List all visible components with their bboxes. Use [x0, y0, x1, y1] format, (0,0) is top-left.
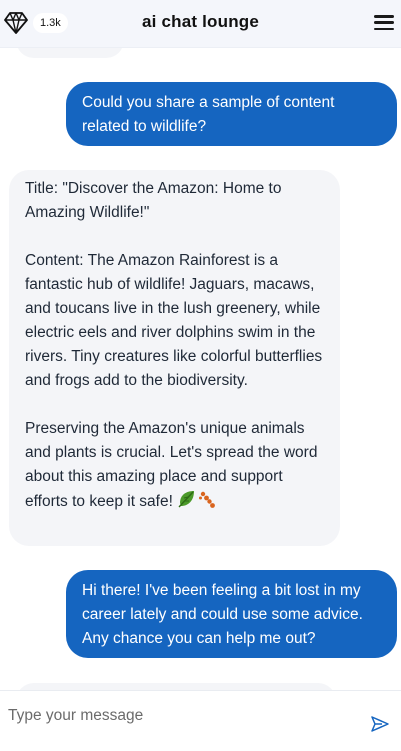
leaf-icon — [178, 491, 195, 508]
paw-prints-icon — [199, 491, 216, 508]
assistant-message: Title: "Discover the Amazon: Home to Ama… — [9, 170, 340, 546]
send-icon[interactable] — [371, 716, 389, 732]
message-input[interactable] — [0, 691, 360, 741]
user-message: Could you share a sample of content rela… — [66, 82, 397, 146]
chat-thread: Could you share a sample of content rela… — [0, 0, 401, 690]
message-composer — [0, 690, 401, 751]
page-title: ai chat lounge — [141, 12, 260, 31]
next-message-bubble — [16, 683, 336, 690]
hamburger-menu-icon[interactable] — [374, 15, 394, 33]
user-message: Hi there! I've been feeling a bit lost i… — [66, 570, 397, 658]
app-header: 1.3k ai chat lounge — [0, 0, 401, 48]
assistant-message-text: Title: "Discover the Amazon: Home to Ama… — [25, 180, 323, 510]
